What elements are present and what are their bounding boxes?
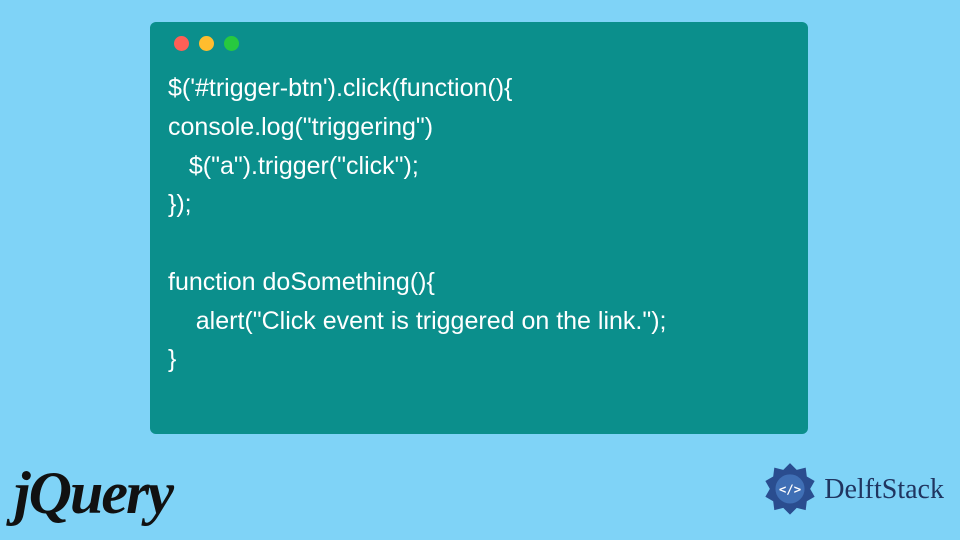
delftstack-icon: </>: [762, 462, 818, 518]
delftstack-label: DelftStack: [824, 474, 944, 506]
delftstack-logo: </> DelftStack: [762, 462, 944, 518]
code-window: $('#trigger-btn').click(function(){ cons…: [150, 22, 808, 434]
code-block: $('#trigger-btn').click(function(){ cons…: [168, 69, 790, 379]
jquery-logo: jQuery: [14, 459, 172, 528]
window-controls: [174, 36, 790, 51]
minimize-icon: [199, 36, 214, 51]
maximize-icon: [224, 36, 239, 51]
close-icon: [174, 36, 189, 51]
svg-text:</>: </>: [779, 482, 801, 496]
